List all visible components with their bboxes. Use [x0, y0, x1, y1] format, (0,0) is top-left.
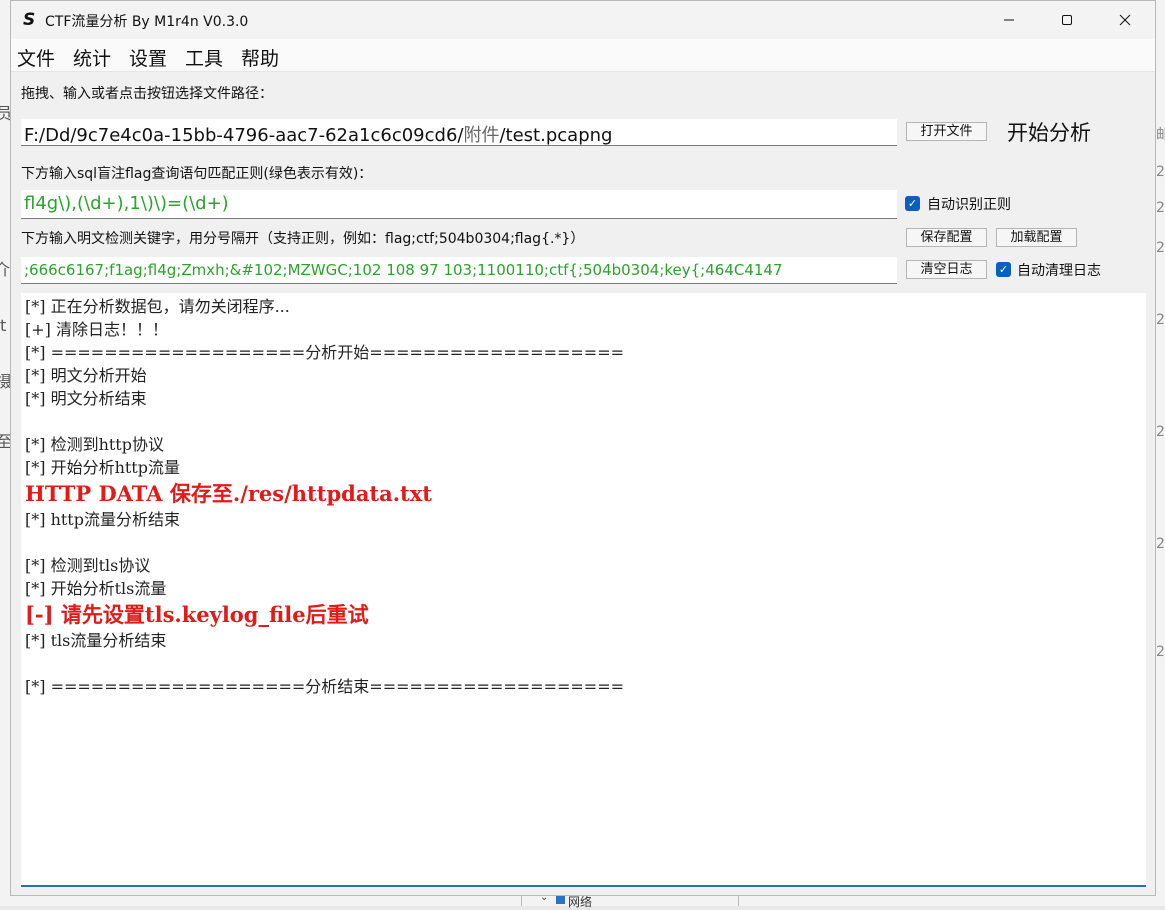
checkmark-icon: ✓ — [998, 263, 1009, 276]
title-bar[interactable]: S CTF流量分析 By M1r4n V0.3.0 — [11, 1, 1155, 39]
close-button[interactable] — [1096, 1, 1154, 39]
app-logo-icon: S — [23, 10, 36, 30]
log-line: [*] 开始分析http流量 — [25, 458, 180, 477]
auto-clear-log-label: 自动清理日志 — [1017, 263, 1101, 279]
close-icon — [1119, 14, 1131, 26]
log-line: HTTP DATA 保存至./res/httpdata.txt — [25, 481, 432, 506]
background-glyph: 2/ — [1156, 536, 1165, 552]
log-line: [*] 明文分析开始 — [25, 366, 147, 385]
background-glyph: 邮 — [1156, 127, 1165, 143]
log-line: [*] http流量分析结束 — [25, 510, 180, 529]
app-window: S CTF流量分析 By M1r4n V0.3.0 文件 统计 设置 工具 帮助… — [10, 0, 1156, 896]
log-line: [*] ===================分析开始=============… — [25, 343, 625, 362]
background-window-left — [0, 0, 10, 906]
network-icon — [556, 896, 565, 904]
save-config-button[interactable]: 保存配置 — [906, 228, 987, 247]
file-path-prefix: F:/Dd/9c7e4c0a-15bb-4796-aac7-62a1c6c09c… — [24, 125, 464, 146]
menu-help[interactable]: 帮助 — [241, 44, 279, 71]
log-output[interactable]: [*] 正在分析数据包，请勿关闭程序... [+] 清除日志！！！ [*] ====… — [21, 293, 1146, 887]
open-file-button[interactable]: 打开文件 — [906, 122, 987, 141]
log-line: [*] 开始分析tls流量 — [25, 579, 167, 598]
menu-file[interactable]: 文件 — [17, 44, 55, 71]
background-glyph: t — [0, 316, 7, 335]
keywords-prompt: 下方输入明文检测关键字，用分号隔开（支持正则，例如：flag;ctf;504b0… — [21, 231, 585, 247]
window-title: CTF流量分析 By M1r4n V0.3.0 — [45, 14, 249, 30]
log-line: [*] 正在分析数据包，请勿关闭程序... — [25, 297, 290, 316]
log-line: [*] tls流量分析结束 — [25, 631, 167, 650]
file-path-folder: 附件 — [463, 125, 500, 146]
file-path-prompt: 拖拽、输入或者点击按钮选择文件路径： — [21, 86, 273, 102]
log-line: [*] 明文分析结束 — [25, 389, 147, 408]
log-line: [*] ===================分析结束=============… — [25, 677, 625, 696]
load-config-button[interactable]: 加载配置 — [996, 228, 1077, 247]
log-line: [*] 检测到tls协议 — [25, 556, 151, 575]
menu-settings[interactable]: 设置 — [129, 44, 167, 71]
menu-tools[interactable]: 工具 — [185, 44, 223, 71]
start-analysis-button[interactable]: 开始分析 — [1007, 117, 1091, 147]
keywords-input[interactable]: ;666c6167;f1ag;fl4g;Zmxh;&#102;MZWGC;102… — [21, 257, 897, 284]
background-glyph: 2/ — [1156, 312, 1165, 328]
background-divider — [521, 896, 522, 906]
background-glyph: 介 — [0, 260, 11, 279]
background-glyph: 2/ — [1156, 164, 1165, 180]
background-divider — [738, 896, 739, 906]
auto-detect-regex-label: 自动识别正则 — [927, 197, 1011, 213]
auto-clear-log-checkbox[interactable]: ✓ — [996, 262, 1011, 277]
clear-log-button[interactable]: 清空日志 — [906, 260, 987, 279]
minimize-button[interactable] — [980, 1, 1038, 39]
background-glyph: 2/ — [1156, 200, 1165, 216]
minimize-icon — [1004, 19, 1014, 21]
menu-stats[interactable]: 统计 — [73, 44, 111, 71]
file-path-input[interactable]: F:/Dd/9c7e4c0a-15bb-4796-aac7-62a1c6c09c… — [21, 119, 897, 146]
maximize-icon — [1062, 15, 1072, 25]
log-line: [-] 请先设置tls.keylog_file后重试 — [25, 602, 369, 627]
background-glyph: 2/ — [1156, 644, 1165, 660]
log-line: [+] 清除日志！！！ — [25, 320, 168, 339]
regex-prompt: 下方输入sql盲注flag查询语句匹配正则(绿色表示有效)： — [21, 166, 373, 182]
file-path-suffix: /test.pcapng — [499, 125, 613, 146]
background-glyph: 2/ — [1156, 240, 1165, 256]
auto-detect-regex-checkbox[interactable]: ✓ — [905, 196, 920, 211]
menu-bar: 文件 统计 设置 工具 帮助 — [11, 39, 1155, 72]
log-line: [*] 检测到http协议 — [25, 435, 164, 454]
maximize-button[interactable] — [1038, 1, 1096, 39]
background-glyph: 2/ — [1156, 424, 1165, 440]
regex-input[interactable]: fl4g\),(\d+),1\)\)=(\d+) — [21, 190, 897, 219]
checkmark-icon: ✓ — [907, 197, 918, 210]
